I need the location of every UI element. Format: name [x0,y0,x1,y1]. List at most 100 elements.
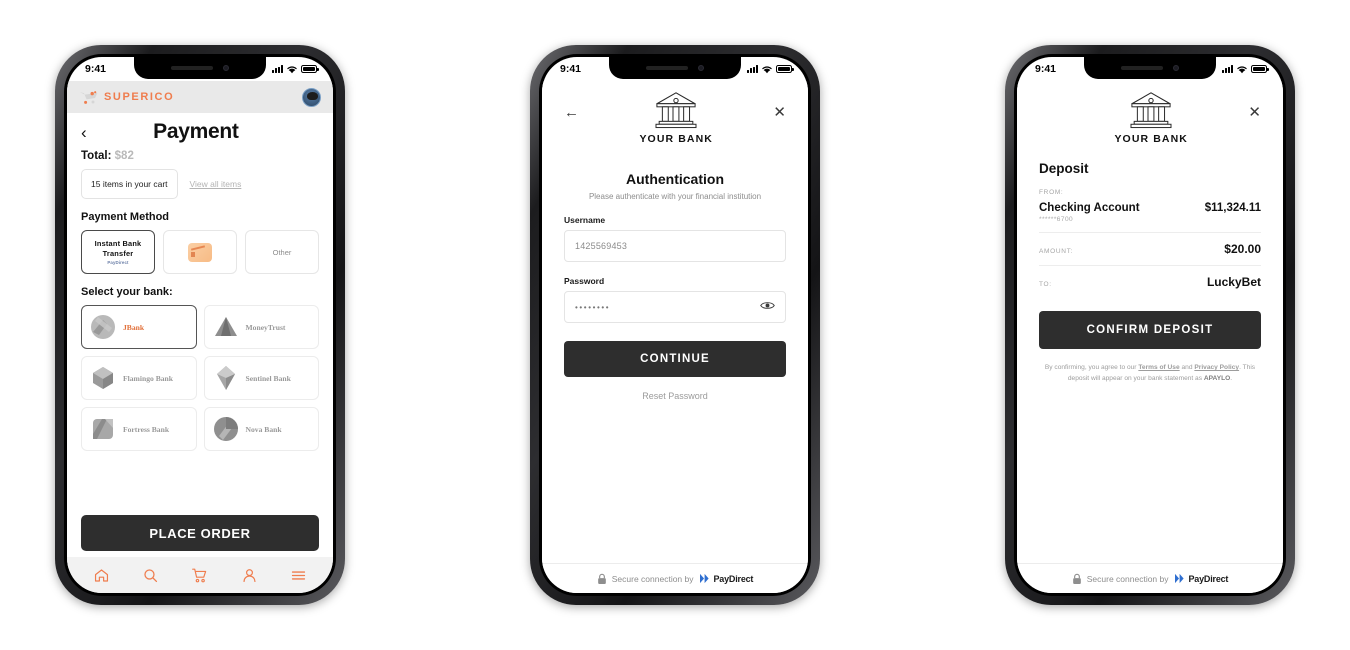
battery-icon [1251,65,1269,73]
cart-logo-icon [80,90,98,104]
tab-cart[interactable] [191,567,208,584]
wifi-icon [1237,65,1247,73]
from-label: FROM: [1039,189,1064,196]
paydirect-chevron-icon [1174,573,1184,584]
account-row[interactable]: Checking Account $11,324.11 [1039,202,1261,214]
status-time: 9:41 [1035,63,1057,75]
status-indicators [272,65,319,74]
bank-name: Nova Bank [245,424,282,434]
terms-prefix: By confirming, you agree to our [1044,364,1137,371]
status-indicators [1222,65,1269,74]
account-name: Checking Account [1039,202,1140,214]
camera-icon [223,65,229,71]
tab-home[interactable] [93,567,110,584]
secure-footer: Secure connection by PayDirect [1017,563,1283,593]
notch [609,57,741,79]
username-input[interactable]: 1425569453 [564,230,786,262]
bank-card-fortress-bank[interactable]: Fortress Bank [81,407,197,451]
tab-account[interactable] [241,567,258,584]
paydirect-name: PayDirect [1188,573,1229,584]
bank-grid: JBank MoneyTrust Flamingo Bank Sentinel … [67,298,333,451]
phone-2-screen: 9:41 ← YOUR BANK ✕ Authentication Please… [542,57,808,593]
phone-1-screen: 9:41 SUPERICO ‹ Payment Total: $82 15 it… [67,57,333,593]
flamingo-bank-logo-icon [90,365,116,391]
privacy-policy-link[interactable]: Privacy Policy [1194,364,1239,371]
method-title: Instant Bank Transfer [94,239,142,258]
speaker-icon [171,66,213,70]
bank-building-icon [655,92,697,129]
status-time: 9:41 [560,63,582,75]
payment-method-list: Instant Bank Transfer PayDirect Other [67,223,333,274]
view-all-items-link[interactable]: View all items [190,179,242,189]
signal-icon [1222,65,1233,73]
place-order-wrap: PLACE ORDER [67,507,333,557]
phone-2-bezel: 9:41 ← YOUR BANK ✕ Authentication Please… [539,54,811,596]
method-card-other[interactable]: Other [245,230,319,274]
place-order-button[interactable]: PLACE ORDER [81,515,319,551]
auth-title: Authentication [626,171,724,187]
close-icon[interactable]: ✕ [773,91,786,120]
password-group: Password •••••••• [564,276,786,323]
select-bank-label: Select your bank: [81,286,173,298]
avatar[interactable] [302,87,321,107]
page-title: Payment [153,120,239,143]
bank-card-moneytrust[interactable]: MoneyTrust [203,305,319,349]
arrow-left-icon[interactable]: ← [564,91,579,120]
bank-name: Flamingo Bank [123,373,174,383]
cart-summary-box[interactable]: 15 items in your cart [81,169,178,199]
app-header: SUPERICO [67,81,333,113]
bank-card-jbank[interactable]: JBank [81,305,197,349]
phone-2-authentication: 9:41 ← YOUR BANK ✕ Authentication Please… [530,45,820,605]
wifi-icon [762,65,772,73]
terms-statement: APAYLO [1203,374,1231,382]
account-balance: $11,324.11 [1204,202,1261,214]
paydirect-name: PayDirect [713,573,754,584]
paydirect-logo: PayDirect [1174,573,1229,584]
password-label: Password [564,276,605,286]
bank-top-bar: ← YOUR [1039,81,1261,145]
secure-footer: Secure connection by PayDirect [542,563,808,593]
bank-logo-block: YOUR BANK [639,91,713,145]
password-input[interactable]: •••••••• [564,291,786,323]
camera-icon [698,65,704,71]
jbank-logo-icon [90,314,116,340]
close-icon[interactable]: ✕ [1248,91,1261,120]
username-label: Username [564,215,606,225]
moneytrust-logo-icon [213,314,239,340]
terms-end: . [1230,374,1233,382]
secure-footer-text: Secure connection by [1086,573,1169,584]
fortress-bank-logo-icon [90,416,116,442]
username-value: 1425569453 [575,241,628,251]
tab-search[interactable] [142,567,159,584]
reset-password-link[interactable]: Reset Password [564,391,786,401]
lock-icon [1072,573,1081,584]
sentinel-bank-logo-icon [213,365,239,391]
status-indicators [747,65,794,74]
phone-3-screen: 9:41 ← [1017,57,1283,593]
bank-logo-block: YOUR BANK [1114,91,1188,145]
paydirect-chevron-icon [699,573,709,584]
bank-card-flamingo-bank[interactable]: Flamingo Bank [81,356,197,400]
method-card-credit-card[interactable] [163,230,237,274]
screenshot-stage: 9:41 SUPERICO ‹ Payment Total: $82 15 it… [0,0,1350,650]
terms-and: and [1181,364,1193,371]
phone-1-payment: 9:41 SUPERICO ‹ Payment Total: $82 15 it… [55,45,345,605]
phone-3-deposit: 9:41 ← [1005,45,1295,605]
bank-name: YOUR BANK [1114,133,1188,145]
terms-of-use-link[interactable]: Terms of Use [1138,364,1179,371]
bank-card-nova-bank[interactable]: Nova Bank [203,407,319,451]
continue-button[interactable]: CONTINUE [564,341,786,377]
username-group: Username 1425569453 [564,215,786,262]
amount-row: AMOUNT: $20.00 [1039,242,1261,256]
notch [134,57,266,79]
bank-card-sentinel-bank[interactable]: Sentinel Bank [203,356,319,400]
to-row: TO: LuckyBet [1039,275,1261,289]
method-card-instant-bank-transfer[interactable]: Instant Bank Transfer PayDirect [81,230,155,274]
confirm-deposit-button[interactable]: CONFIRM DEPOSIT [1039,311,1261,349]
eye-icon[interactable] [760,298,775,316]
tab-menu[interactable] [290,567,307,584]
page-title-row: ‹ Payment [67,113,333,148]
bank-name: Fortress Bank [123,424,170,434]
signal-icon [272,65,283,73]
total-label: Total: [81,150,112,162]
